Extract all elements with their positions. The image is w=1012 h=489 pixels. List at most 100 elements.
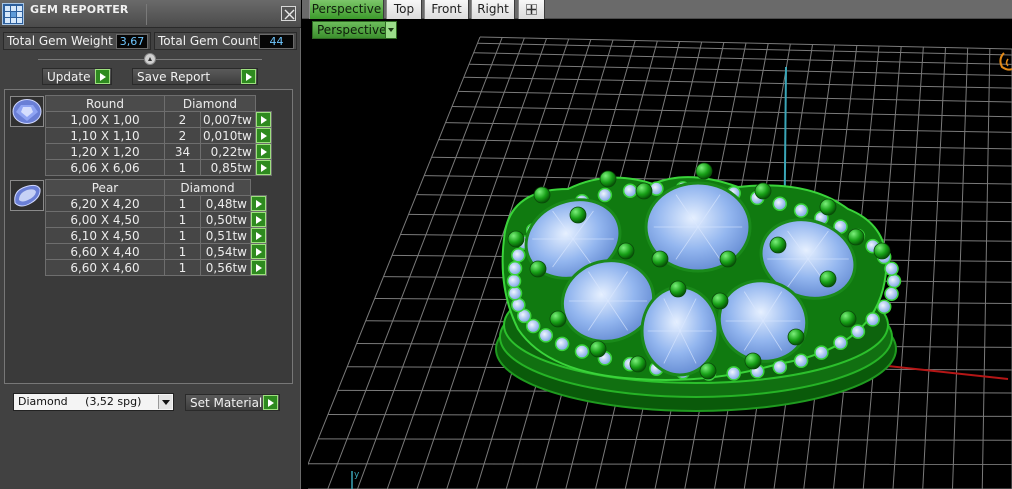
table-row: 1,10 X 1,10 2 0,010tw <box>45 127 272 144</box>
halo-gem <box>850 324 866 339</box>
halo-gem <box>574 344 590 359</box>
tab-perspective[interactable]: Perspective <box>309 0 384 19</box>
prong <box>819 270 837 288</box>
close-icon <box>284 9 295 20</box>
round-gem-table: Round Diamond 1,00 X 1,00 2 0,007tw 1,10… <box>45 95 272 176</box>
gem-size: 1,10 X 1,10 <box>45 127 165 144</box>
gem-size: 1,00 X 1,00 <box>45 111 165 128</box>
prong <box>533 186 551 204</box>
camera-object-icon <box>999 52 1012 71</box>
select-gem-button[interactable] <box>250 211 267 228</box>
grid-line <box>952 47 969 489</box>
play-icon <box>255 112 271 127</box>
halo-gem <box>886 273 902 289</box>
prong <box>529 260 547 278</box>
prong <box>507 230 525 248</box>
grid-line <box>981 48 991 489</box>
prong <box>589 340 607 358</box>
prong <box>669 280 687 298</box>
3d-viewport[interactable]: y <box>308 19 1012 489</box>
grid-line <box>451 106 1012 118</box>
gem-weight: 0,56tw <box>200 259 251 276</box>
gem-weight: 0,010tw <box>200 127 256 144</box>
prong <box>754 182 772 200</box>
gem-count: 1 <box>164 195 201 212</box>
select-gem-button[interactable] <box>250 227 267 244</box>
halo-gem <box>597 187 613 203</box>
table-row: 6,60 X 4,60 1 0,56tw <box>45 259 267 276</box>
tab-front[interactable]: Front <box>424 0 469 19</box>
round-gem-icon <box>10 96 44 127</box>
update-button[interactable]: Update <box>42 68 112 85</box>
gem-reporter-panel: GEM REPORTER Total Gem Weight 3,67 Total… <box>0 0 301 489</box>
material-select[interactable]: Diamond (3,52 spg) <box>13 393 174 411</box>
halo-gem <box>511 297 526 313</box>
grid-line <box>473 52 1012 65</box>
prong <box>651 250 669 268</box>
save-report-button[interactable]: Save Report <box>132 68 258 85</box>
select-gem-button[interactable] <box>254 111 272 128</box>
select-gem-button[interactable] <box>254 127 272 144</box>
3d-scene: y <box>308 36 1012 489</box>
set-material-button-label: Set Material <box>190 396 263 410</box>
play-icon <box>251 196 266 211</box>
gem-count: 1 <box>164 159 201 176</box>
tab-top[interactable]: Top <box>386 0 422 19</box>
halo-gem <box>554 336 570 352</box>
grid-line <box>469 63 1012 77</box>
table-row: 6,10 X 4,50 1 0,51tw <box>45 227 267 244</box>
grid-line <box>327 37 503 489</box>
select-gem-button[interactable] <box>254 159 272 176</box>
select-gem-button[interactable] <box>250 195 267 212</box>
plus-icon <box>526 4 537 15</box>
select-gem-button[interactable] <box>250 243 267 260</box>
add-tab-button[interactable] <box>518 0 545 19</box>
panel-splitter-knob[interactable] <box>144 53 156 65</box>
halo-gem <box>884 286 899 301</box>
gem-count: 1 <box>164 243 201 260</box>
select-gem-button[interactable] <box>254 143 272 160</box>
viewport-tabbar: Perspective Top Front Right <box>302 0 1012 19</box>
prong <box>819 198 837 216</box>
prong <box>787 328 805 346</box>
halo-gem <box>865 312 880 327</box>
tab-right[interactable]: Right <box>471 0 515 19</box>
grid-line <box>479 36 1012 50</box>
prong <box>719 250 737 268</box>
halo-gem <box>507 261 523 276</box>
play-icon <box>255 144 271 159</box>
gem-weight: 0,51tw <box>200 227 251 244</box>
play-icon <box>251 228 266 243</box>
grid-line <box>458 90 1012 103</box>
gem-weight: 0,22tw <box>200 143 256 160</box>
prong <box>839 310 857 328</box>
grid-line <box>431 156 1012 167</box>
gem-count: 1 <box>164 211 201 228</box>
select-gem-button[interactable] <box>250 259 267 276</box>
gem-size: 6,20 X 4,20 <box>45 195 165 212</box>
prong <box>617 242 635 260</box>
prong <box>599 170 617 188</box>
halo-gem <box>884 261 899 276</box>
prong <box>549 310 567 328</box>
gem-size: 6,06 X 6,06 <box>45 159 165 176</box>
halo-gem <box>622 183 638 198</box>
title-separator <box>146 4 147 25</box>
play-icon <box>255 128 271 143</box>
round-material-header: Diamond <box>164 95 256 112</box>
view-dropdown[interactable]: Perspective <box>312 21 397 39</box>
halo-gem <box>793 203 809 218</box>
play-icon <box>95 69 110 84</box>
total-count-label: Total Gem Count <box>158 34 258 48</box>
table-row: 6,00 X 4,50 1 0,50tw <box>45 211 267 228</box>
chevron-down-icon[interactable] <box>158 395 172 409</box>
play-icon <box>263 395 278 410</box>
prong <box>635 182 653 200</box>
set-material-button[interactable]: Set Material <box>185 394 280 411</box>
play-icon <box>251 244 266 259</box>
prong <box>569 206 587 224</box>
gem-reporter-app-icon <box>2 3 24 25</box>
chevron-down-icon[interactable] <box>385 22 396 38</box>
gem-size: 6,60 X 4,40 <box>45 243 165 260</box>
close-button[interactable] <box>281 6 296 21</box>
